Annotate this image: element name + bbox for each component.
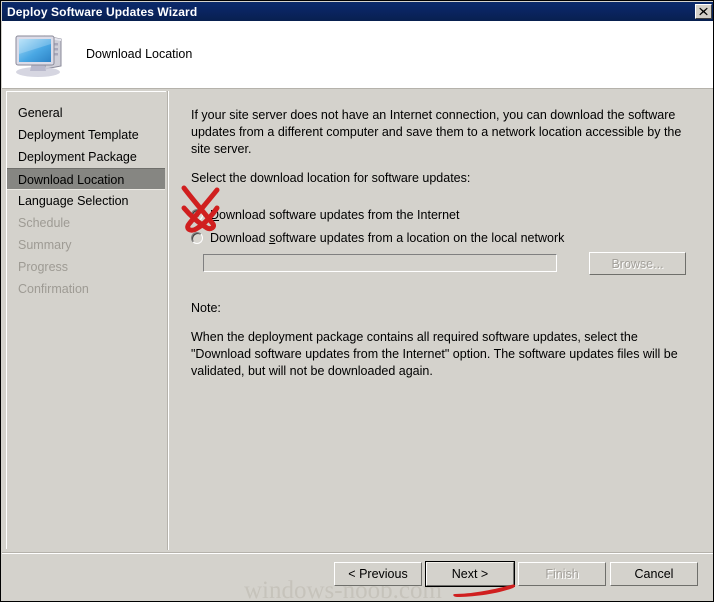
close-icon[interactable] bbox=[695, 4, 712, 19]
cancel-button[interactable]: Cancel bbox=[610, 562, 698, 586]
radio-label-local: Download software updates from a locatio… bbox=[210, 231, 564, 245]
selection-prompt: Select the download location for softwar… bbox=[191, 171, 471, 185]
sidebar-content-divider bbox=[167, 91, 169, 550]
header-divider bbox=[2, 87, 713, 89]
radio-indicator-internet[interactable] bbox=[191, 209, 203, 221]
radio-download-from-internet[interactable]: Download software updates from the Inter… bbox=[191, 208, 459, 222]
browse-button[interactable]: Browse... bbox=[589, 252, 686, 275]
header-banner: Download Location bbox=[2, 21, 713, 87]
page-title: Download Location bbox=[86, 47, 193, 61]
footer-divider bbox=[2, 552, 713, 554]
sidebar-item-summary: Summary bbox=[18, 238, 72, 252]
content-panel: If your site server does not have an Int… bbox=[171, 91, 711, 549]
sidebar-item-progress: Progress bbox=[18, 260, 69, 274]
sidebar-item-schedule: Schedule bbox=[18, 216, 71, 230]
wizard-step-sidebar: General Deployment Template Deployment P… bbox=[6, 91, 166, 549]
intro-text: If your site server does not have an Int… bbox=[191, 108, 682, 156]
computer-icon bbox=[12, 28, 68, 80]
deploy-software-updates-wizard-dialog: Deploy Software Updates Wizard Download … bbox=[0, 0, 714, 602]
radio-indicator-local[interactable] bbox=[191, 232, 203, 244]
note-label: Note: bbox=[191, 301, 221, 315]
network-path-input[interactable] bbox=[203, 254, 557, 272]
sidebar-item-general[interactable]: General bbox=[7, 102, 166, 124]
next-button[interactable]: Next > bbox=[425, 561, 515, 587]
sidebar-item-language-selection[interactable]: Language Selection bbox=[7, 190, 166, 212]
close-glyph bbox=[699, 7, 708, 16]
radio-label-local-pre: Download bbox=[210, 231, 270, 245]
sidebar-item-confirmation: Confirmation bbox=[18, 282, 89, 296]
sidebar-item-deployment-package[interactable]: Deployment Package bbox=[7, 146, 166, 168]
radio-accel-internet: D bbox=[210, 208, 220, 222]
radio-label-local-rest: oftware updates from a location on the l… bbox=[275, 231, 565, 245]
note-body: When the deployment package contains all… bbox=[191, 330, 678, 378]
finish-button: Finish bbox=[518, 562, 606, 586]
radio-label-internet-rest: ownload software updates from the Intern… bbox=[219, 208, 460, 222]
sidebar-item-download-location[interactable]: Download Location bbox=[7, 168, 165, 190]
radio-download-from-local-network[interactable]: Download software updates from a locatio… bbox=[191, 231, 564, 245]
title-bar: Deploy Software Updates Wizard bbox=[2, 2, 713, 21]
radio-label-internet: Download software updates from the Inter… bbox=[210, 208, 459, 222]
previous-button[interactable]: < Previous bbox=[334, 562, 422, 586]
window-title: Deploy Software Updates Wizard bbox=[7, 4, 198, 19]
sidebar-item-deployment-template[interactable]: Deployment Template bbox=[7, 124, 166, 146]
